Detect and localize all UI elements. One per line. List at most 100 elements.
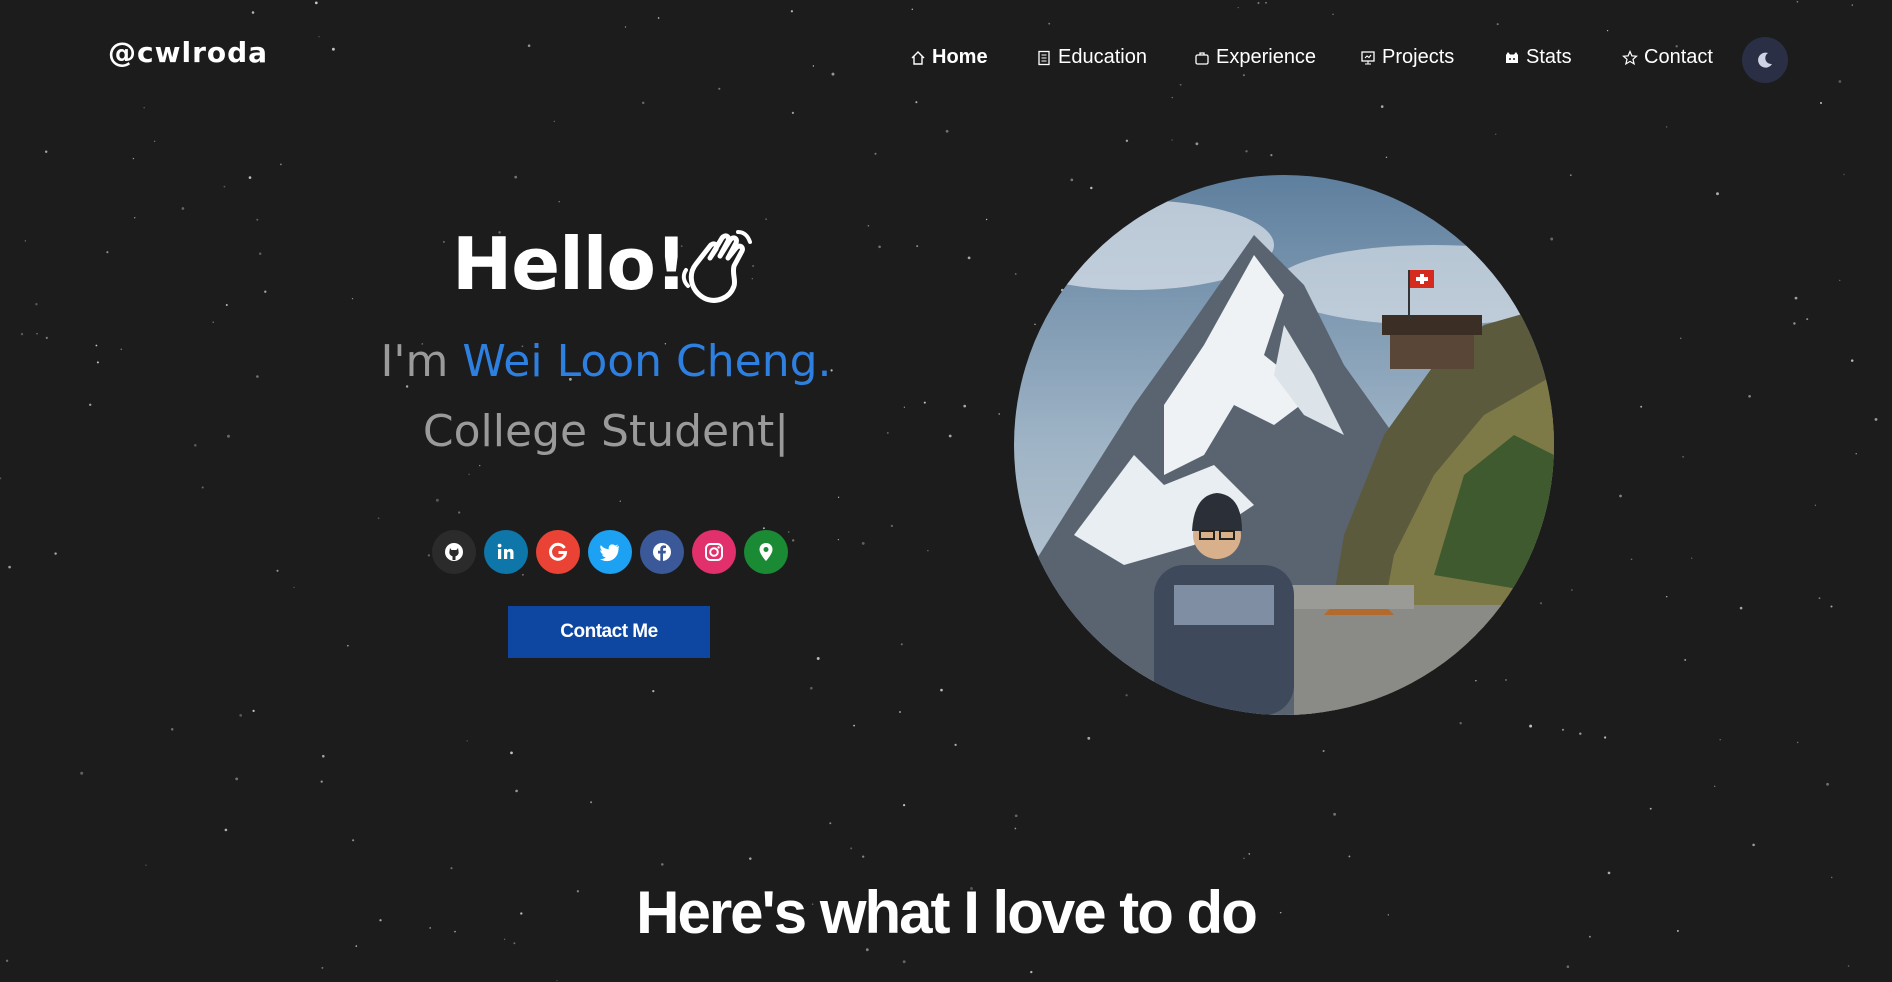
social-facebook-link[interactable] xyxy=(640,530,684,574)
star-dot xyxy=(1606,29,1609,32)
github-cat-icon xyxy=(1506,51,1518,63)
star-dot xyxy=(510,751,513,755)
star-icon xyxy=(1622,49,1638,65)
portrait-photo xyxy=(1014,175,1554,715)
presentation-icon xyxy=(1361,50,1375,65)
nav-item-education[interactable]: Education xyxy=(1036,46,1147,69)
waving-hand-icon xyxy=(681,230,752,303)
star-dot xyxy=(1171,96,1173,99)
google-icon xyxy=(549,542,568,561)
star-dot xyxy=(35,303,38,306)
star-dot xyxy=(1684,658,1687,661)
star-dot xyxy=(258,252,262,255)
social-linkedin-link[interactable] xyxy=(484,530,528,574)
star-dot xyxy=(837,538,840,541)
star-dot xyxy=(1348,855,1351,858)
star-dot xyxy=(427,554,431,557)
star-dot xyxy=(792,539,795,542)
star-dot xyxy=(1380,105,1384,108)
star-dot xyxy=(468,473,470,475)
nav-item-projects[interactable]: Projects xyxy=(1360,46,1454,69)
star-dot xyxy=(1714,785,1716,787)
star-dot xyxy=(1494,133,1497,135)
star-dot xyxy=(321,966,324,969)
nav-item-contact[interactable]: Contact xyxy=(1622,46,1713,69)
contact-me-button[interactable]: Contact Me xyxy=(508,606,710,658)
star-dot xyxy=(590,801,593,804)
star-dot xyxy=(867,225,870,227)
star-dot xyxy=(1665,595,1668,598)
star-dot xyxy=(1665,126,1668,128)
star-dot xyxy=(1385,156,1388,159)
star-dot xyxy=(133,217,136,219)
star-dot xyxy=(435,498,439,502)
star-dot xyxy=(442,240,445,243)
nav-item-home[interactable]: Home xyxy=(910,46,988,69)
star-dot xyxy=(153,140,156,143)
nav-item-experience[interactable]: Experience xyxy=(1194,46,1316,69)
star-dot xyxy=(1569,174,1572,177)
star-dot xyxy=(5,959,9,962)
star-dot xyxy=(1719,738,1721,741)
star-dot xyxy=(1691,557,1693,559)
star-dot xyxy=(1855,453,1857,455)
nav-label: Contact xyxy=(1644,46,1713,68)
social-instagram-link[interactable] xyxy=(692,530,736,574)
star-dot xyxy=(1459,721,1462,725)
nav-label: Projects xyxy=(1382,46,1455,68)
star-dot xyxy=(1797,741,1799,744)
star-dot xyxy=(1630,558,1633,561)
star-dot xyxy=(264,290,267,293)
star-dot xyxy=(352,839,355,842)
star-dot xyxy=(915,101,918,104)
star-dot xyxy=(1814,504,1817,506)
star-dot xyxy=(1245,150,1248,153)
star-dot xyxy=(1830,605,1833,608)
star-dot xyxy=(377,517,380,520)
star-dot xyxy=(514,175,518,179)
star-dot xyxy=(652,690,655,693)
social-google-link[interactable] xyxy=(536,530,580,574)
star-dot xyxy=(1619,494,1622,498)
star-dot xyxy=(1529,724,1533,728)
star-dot xyxy=(80,771,84,775)
star-dot xyxy=(1874,417,1878,421)
social-github-link[interactable] xyxy=(432,530,476,574)
nav-label: Home xyxy=(932,46,988,68)
section-title: Here's what I love to do xyxy=(636,879,1258,946)
nav-label: Education xyxy=(1058,46,1147,68)
social-location-link[interactable] xyxy=(744,530,788,574)
star-dot xyxy=(1171,139,1173,141)
star-dot xyxy=(212,321,214,323)
star-dot xyxy=(1843,173,1845,176)
social-twitter-link[interactable] xyxy=(588,530,632,574)
star-dot xyxy=(170,728,174,731)
star-dot xyxy=(1014,827,1017,830)
star-dot xyxy=(223,185,226,188)
star-dot xyxy=(902,960,906,964)
star-dot xyxy=(201,486,204,489)
star-dot xyxy=(954,743,957,747)
star-dot xyxy=(1248,853,1251,855)
nav-item-stats[interactable]: Stats xyxy=(1504,46,1572,69)
star-dot xyxy=(900,643,903,646)
theme-toggle-button[interactable] xyxy=(1742,37,1788,83)
document-icon xyxy=(1038,50,1050,65)
star-dot xyxy=(790,10,794,13)
star-dot xyxy=(1649,807,1652,810)
star-dot xyxy=(791,111,795,115)
star-dot xyxy=(556,979,558,982)
star-dot xyxy=(1125,139,1129,143)
star-dot xyxy=(235,777,239,781)
star-dot xyxy=(458,511,461,514)
star-dot xyxy=(351,297,354,300)
star-dot xyxy=(810,686,813,690)
star-dot xyxy=(624,26,627,28)
star-dot xyxy=(1571,589,1573,591)
star-dot xyxy=(1796,0,1799,3)
star-dot xyxy=(1851,4,1853,6)
star-dot xyxy=(20,332,24,336)
star-dot xyxy=(1243,857,1245,860)
star-dot xyxy=(145,864,147,866)
star-dot xyxy=(923,401,926,404)
